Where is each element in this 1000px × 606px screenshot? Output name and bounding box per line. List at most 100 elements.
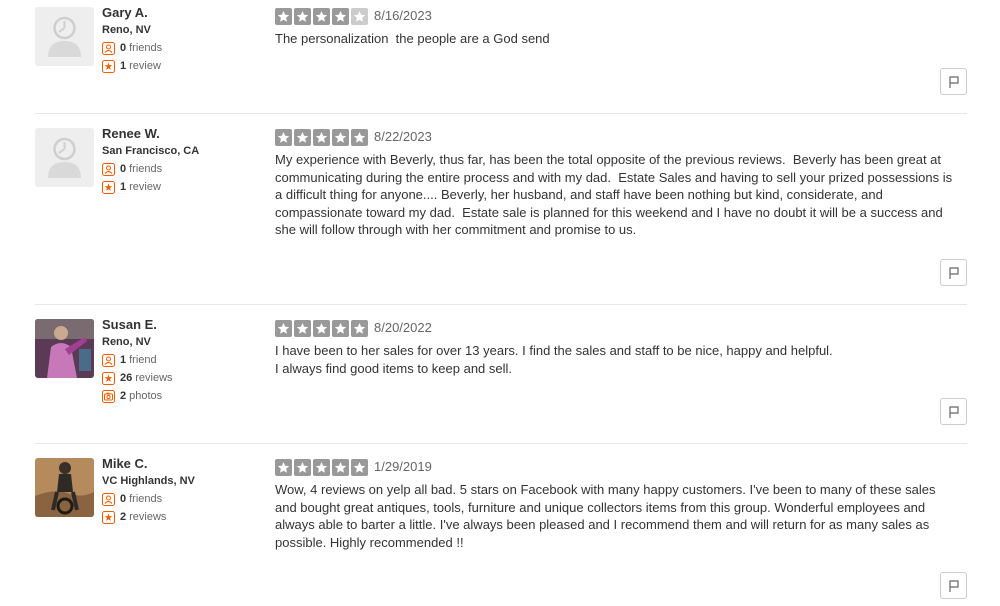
reviews-number: 1 xyxy=(120,181,127,193)
reviewer-info: Susan E. Reno, NV 1 friend 26 reviews 2 … xyxy=(102,317,272,403)
reviews-number: 1 xyxy=(120,60,127,72)
reviews-label: reviews xyxy=(129,511,167,523)
reviewer-location: Reno, NV xyxy=(102,24,151,36)
star-filled-icon xyxy=(351,319,368,337)
star-rating: 8/16/2023 xyxy=(275,7,955,25)
star-filled-icon xyxy=(313,319,330,337)
friends-number: 1 xyxy=(120,354,127,366)
reviews-count: 1 review xyxy=(102,60,272,73)
review-item: Renee W. San Francisco, CA 0 friends 1 r… xyxy=(35,126,967,305)
review-date: 8/16/2023 xyxy=(374,8,432,23)
star-empty-icon xyxy=(351,7,368,25)
review-star-icon xyxy=(102,60,115,73)
reviewer-location: Reno, NV xyxy=(102,336,151,348)
reviewer-name[interactable]: Susan E. xyxy=(102,317,272,333)
flag-button[interactable] xyxy=(940,572,967,599)
reviews-number: 26 xyxy=(120,372,133,384)
flag-icon xyxy=(948,405,959,418)
star-filled-icon xyxy=(275,128,292,146)
star-filled-icon xyxy=(313,7,330,25)
friends-icon xyxy=(102,163,115,176)
reviewer-location: San Francisco, CA xyxy=(102,145,200,157)
reviews-count: 1 review xyxy=(102,181,272,194)
friends-label: friends xyxy=(129,163,163,175)
flag-icon xyxy=(948,579,959,592)
friends-label: friends xyxy=(129,493,163,505)
star-filled-icon xyxy=(294,128,311,146)
star-filled-icon xyxy=(351,458,368,476)
reviews-number: 2 xyxy=(120,511,127,523)
user-photo-image xyxy=(35,458,94,517)
flag-button[interactable] xyxy=(940,398,967,425)
reviewer-name[interactable]: Renee W. xyxy=(102,126,272,142)
review-item: Mike C. VC Highlands, NV 0 friends 2 rev… xyxy=(35,456,967,604)
photos-label: photos xyxy=(129,390,163,402)
star-filled-icon xyxy=(313,458,330,476)
star-filled-icon xyxy=(332,458,349,476)
reviewer-info: Gary A. Reno, NV 0 friends 1 review xyxy=(102,5,272,73)
star-filled-icon xyxy=(332,128,349,146)
reviews-label: review xyxy=(129,181,161,193)
friends-count: 1 friend xyxy=(102,354,272,367)
review-text: My experience with Beverly, thus far, ha… xyxy=(275,152,956,237)
star-filled-icon xyxy=(294,458,311,476)
star-rating: 8/20/2022 xyxy=(275,319,955,337)
flag-button[interactable] xyxy=(940,68,967,95)
flag-button[interactable] xyxy=(940,259,967,286)
review-item: Gary A. Reno, NV 0 friends 1 review 8/16… xyxy=(35,5,967,114)
flag-icon xyxy=(948,75,959,88)
review-star-icon xyxy=(102,372,115,385)
review-list: Gary A. Reno, NV 0 friends 1 review 8/16… xyxy=(0,0,1000,606)
reviews-label: reviews xyxy=(135,372,173,384)
friends-number: 0 xyxy=(120,493,127,505)
user-photo-image xyxy=(35,319,94,378)
friends-number: 0 xyxy=(120,163,127,175)
friends-label: friends xyxy=(129,42,163,54)
review-date: 8/22/2023 xyxy=(374,129,432,144)
star-filled-icon xyxy=(294,319,311,337)
default-avatar-icon xyxy=(35,7,94,66)
friends-count: 0 friends xyxy=(102,42,272,55)
star-filled-icon xyxy=(332,319,349,337)
review-text: The personalization the people are a God… xyxy=(275,31,550,46)
reviewer-name[interactable]: Gary A. xyxy=(102,5,272,21)
default-avatar[interactable] xyxy=(35,7,94,66)
star-filled-icon xyxy=(351,128,368,146)
friends-icon xyxy=(102,354,115,367)
reviewer-info: Mike C. VC Highlands, NV 0 friends 2 rev… xyxy=(102,456,272,524)
review-item: Susan E. Reno, NV 1 friend 26 reviews 2 … xyxy=(35,317,967,444)
reviewer-info: Renee W. San Francisco, CA 0 friends 1 r… xyxy=(102,126,272,194)
review-text: I have been to her sales for over 13 yea… xyxy=(275,343,833,376)
friends-icon xyxy=(102,42,115,55)
star-filled-icon xyxy=(275,458,292,476)
star-filled-icon xyxy=(275,7,292,25)
review-date: 1/29/2019 xyxy=(374,459,432,474)
review-star-icon xyxy=(102,511,115,524)
star-filled-icon xyxy=(332,7,349,25)
default-avatar[interactable] xyxy=(35,128,94,187)
reviewer-location: VC Highlands, NV xyxy=(102,475,195,487)
user-photo[interactable] xyxy=(35,319,94,378)
review-text: Wow, 4 reviews on yelp all bad. 5 stars … xyxy=(275,482,940,550)
friends-number: 0 xyxy=(120,42,127,54)
star-rating: 8/22/2023 xyxy=(275,128,955,146)
reviews-count: 26 reviews xyxy=(102,372,272,385)
star-rating: 1/29/2019 xyxy=(275,458,955,476)
review-content: 8/16/2023 The personalization the people… xyxy=(275,7,955,48)
flag-icon xyxy=(948,266,959,279)
review-content: 1/29/2019 Wow, 4 reviews on yelp all bad… xyxy=(275,458,955,551)
friends-count: 0 friends xyxy=(102,163,272,176)
photos-count: 2 photos xyxy=(102,390,272,403)
friends-label: friend xyxy=(129,354,157,366)
review-star-icon xyxy=(102,181,115,194)
reviews-label: review xyxy=(129,60,161,72)
star-filled-icon xyxy=(313,128,330,146)
reviews-count: 2 reviews xyxy=(102,511,272,524)
star-filled-icon xyxy=(275,319,292,337)
review-content: 8/22/2023 My experience with Beverly, th… xyxy=(275,128,955,239)
user-photo[interactable] xyxy=(35,458,94,517)
star-filled-icon xyxy=(294,7,311,25)
friends-icon xyxy=(102,493,115,506)
review-content: 8/20/2022 I have been to her sales for o… xyxy=(275,319,955,377)
reviewer-name[interactable]: Mike C. xyxy=(102,456,272,472)
